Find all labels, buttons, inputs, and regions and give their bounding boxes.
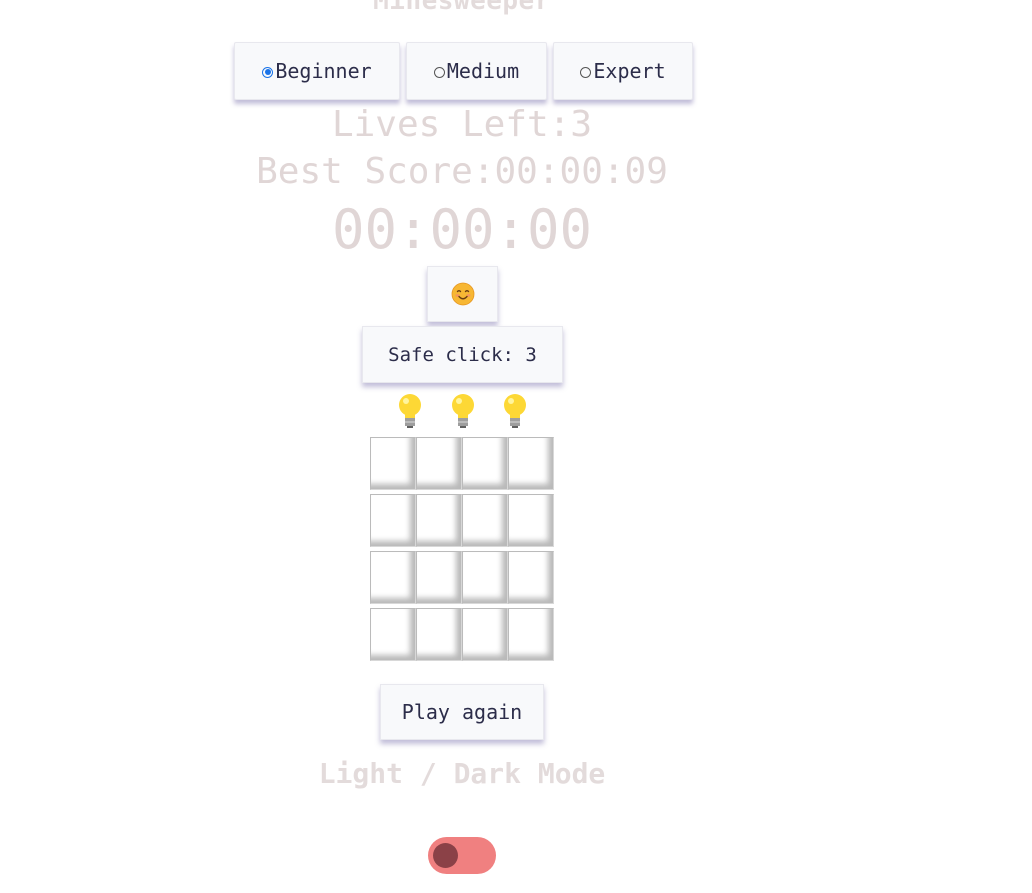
board-cell[interactable] (416, 551, 462, 604)
radio-icon[interactable] (433, 66, 445, 78)
board-cell[interactable] (370, 608, 416, 661)
level-label: Medium (446, 59, 520, 83)
level-expert-button[interactable]: Expert (553, 42, 693, 100)
board-cell[interactable] (508, 608, 554, 661)
toggle-knob (433, 843, 458, 868)
level-label: Beginner (275, 59, 372, 83)
dark-mode-toggle[interactable] (428, 837, 496, 874)
board-cell[interactable] (508, 494, 554, 547)
level-beginner-button[interactable]: Beginner (234, 42, 400, 100)
level-medium-button[interactable]: Medium (406, 42, 547, 100)
board-cell[interactable] (462, 494, 508, 547)
smiley-reset-button[interactable] (427, 266, 498, 322)
smiley-face-icon (451, 282, 474, 306)
lightbulb-icon[interactable] (445, 392, 481, 430)
lightbulb-icon[interactable] (392, 392, 428, 430)
board-cell[interactable] (370, 551, 416, 604)
hints-row (392, 392, 533, 430)
play-again-button[interactable]: Play again (380, 684, 544, 740)
radio-icon[interactable] (580, 66, 592, 78)
board-row (370, 608, 556, 661)
board-row (370, 437, 556, 490)
level-label: Expert (593, 59, 666, 83)
board-cell[interactable] (508, 437, 554, 490)
board-cell[interactable] (370, 494, 416, 547)
board-cell[interactable] (462, 608, 508, 661)
board-cell[interactable] (416, 494, 462, 547)
game-board (370, 437, 556, 661)
board-cell[interactable] (508, 551, 554, 604)
level-selector: Beginner Medium Expert (234, 42, 693, 100)
safe-click-button[interactable]: Safe click: 3 (362, 326, 563, 383)
board-cell[interactable] (416, 437, 462, 490)
lightbulb-icon[interactable] (497, 392, 533, 430)
board-cell[interactable] (416, 608, 462, 661)
game-title: Minesweeper (373, 0, 551, 16)
timer-display: 00:00:00 (331, 198, 593, 261)
board-cell[interactable] (462, 437, 508, 490)
radio-checked-icon[interactable] (262, 66, 274, 78)
board-cell[interactable] (462, 551, 508, 604)
board-row (370, 494, 556, 547)
page: Minesweeper Beginner Medium Expert Lives… (0, 0, 1032, 893)
board-cell[interactable] (370, 437, 416, 490)
mode-label: Light / Dark Mode (318, 757, 606, 790)
board-row (370, 551, 556, 604)
lives-left-text: Lives Left:3 (331, 104, 593, 145)
best-score-text: Best Score:00:00:09 (256, 151, 668, 192)
